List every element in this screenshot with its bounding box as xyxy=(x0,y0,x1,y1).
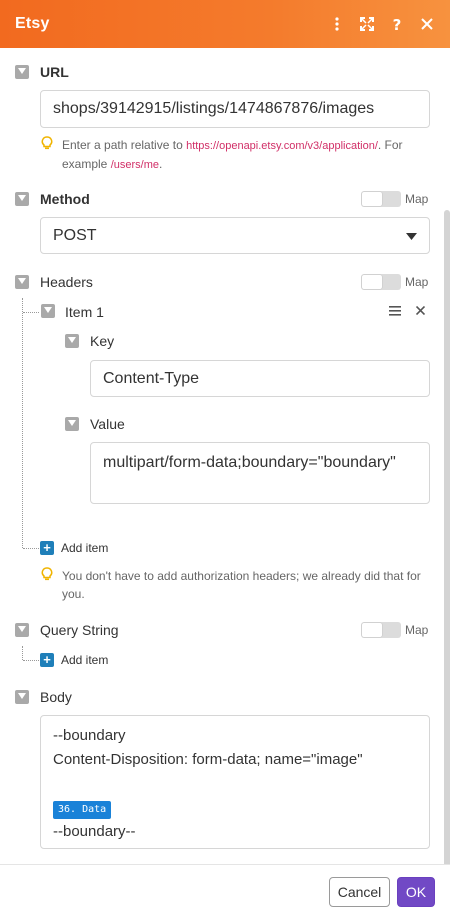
method-collapse-toggle[interactable] xyxy=(15,192,29,206)
url-collapse-toggle[interactable] xyxy=(15,65,29,79)
api-base-link[interactable]: https://openapi.etsy.com/v3/application/ xyxy=(186,140,378,152)
query-string-map-label: Map xyxy=(405,623,429,637)
title-tools: ? xyxy=(328,14,436,34)
dialog-body: URL shops/39142915/listings/1474867876/i… xyxy=(0,48,450,864)
query-string-add-item-link[interactable]: Add item xyxy=(61,653,108,667)
help-icon[interactable]: ? xyxy=(388,14,406,34)
dialog-title: Etsy xyxy=(15,15,50,32)
item-1-label: Item 1 xyxy=(65,304,104,320)
url-hint-prefix: Enter a path relative to xyxy=(62,138,187,152)
title-bar: Etsy ? xyxy=(0,0,450,48)
headers-tree-line xyxy=(22,298,23,548)
data-variable-pill[interactable]: 36. Data xyxy=(53,801,112,819)
cancel-button[interactable]: Cancel xyxy=(329,877,390,907)
headers-hint: You don't have to add authorization head… xyxy=(62,569,421,601)
add-item-icon[interactable]: + xyxy=(40,541,54,555)
tree-connector xyxy=(23,548,39,549)
headers-collapse-toggle[interactable] xyxy=(15,275,29,289)
url-label: URL xyxy=(40,64,69,80)
add-item-icon[interactable]: + xyxy=(40,653,54,667)
query-tree-line xyxy=(22,646,23,660)
headers-map-label: Map xyxy=(405,275,429,289)
scrollbar[interactable] xyxy=(444,210,450,864)
header-key-input[interactable]: Content-Type xyxy=(90,360,430,397)
item-1-collapse-toggle[interactable] xyxy=(41,304,55,318)
query-string-label: Query String xyxy=(40,622,119,638)
lightbulb-icon xyxy=(41,136,53,150)
lightbulb-icon xyxy=(41,567,53,581)
header-value-input[interactable]: multipart/form-data;boundary="boundary" xyxy=(90,442,430,504)
url-input[interactable]: shops/39142915/listings/1474867876/image… xyxy=(40,90,430,128)
method-map-toggle[interactable] xyxy=(361,191,401,207)
body-blank-line xyxy=(53,772,417,796)
body-textarea[interactable]: --boundary Content-Disposition: form-dat… xyxy=(40,715,430,849)
chevron-down-icon xyxy=(406,233,417,240)
method-map-label: Map xyxy=(405,192,429,206)
tree-connector xyxy=(23,312,39,313)
remove-item-icon[interactable] xyxy=(416,306,425,315)
dialog-footer: Cancel OK xyxy=(0,864,450,913)
key-label: Key xyxy=(90,333,115,349)
body-collapse-toggle[interactable] xyxy=(15,690,29,704)
body-line: --boundary-- xyxy=(53,823,136,840)
query-string-map-toggle[interactable] xyxy=(361,622,401,638)
svg-text:?: ? xyxy=(393,17,402,32)
query-string-collapse-toggle[interactable] xyxy=(15,623,29,637)
body-line: --boundary xyxy=(53,727,126,744)
reorder-icon[interactable] xyxy=(389,306,401,316)
value-label: Value xyxy=(90,416,125,432)
method-label: Method xyxy=(40,191,90,207)
url-hint: Enter a path relative to https://openapi… xyxy=(62,136,422,174)
close-icon[interactable] xyxy=(418,14,436,34)
body-label: Body xyxy=(40,689,72,705)
value-collapse-toggle[interactable] xyxy=(65,417,79,431)
method-select[interactable]: POST xyxy=(40,217,430,254)
ok-button[interactable]: OK xyxy=(397,877,435,907)
expand-icon[interactable] xyxy=(358,14,376,34)
tree-connector xyxy=(23,660,39,661)
body-line: Content-Disposition: form-data; name="im… xyxy=(53,751,363,768)
headers-label: Headers xyxy=(40,274,93,290)
more-options-icon[interactable] xyxy=(328,14,346,34)
url-hint-suffix: . xyxy=(159,157,163,171)
key-collapse-toggle[interactable] xyxy=(65,334,79,348)
headers-map-toggle[interactable] xyxy=(361,274,401,290)
method-selected-value: POST xyxy=(53,226,97,244)
headers-add-item-link[interactable]: Add item xyxy=(61,541,108,555)
example-path-link[interactable]: /users/me xyxy=(111,159,159,171)
